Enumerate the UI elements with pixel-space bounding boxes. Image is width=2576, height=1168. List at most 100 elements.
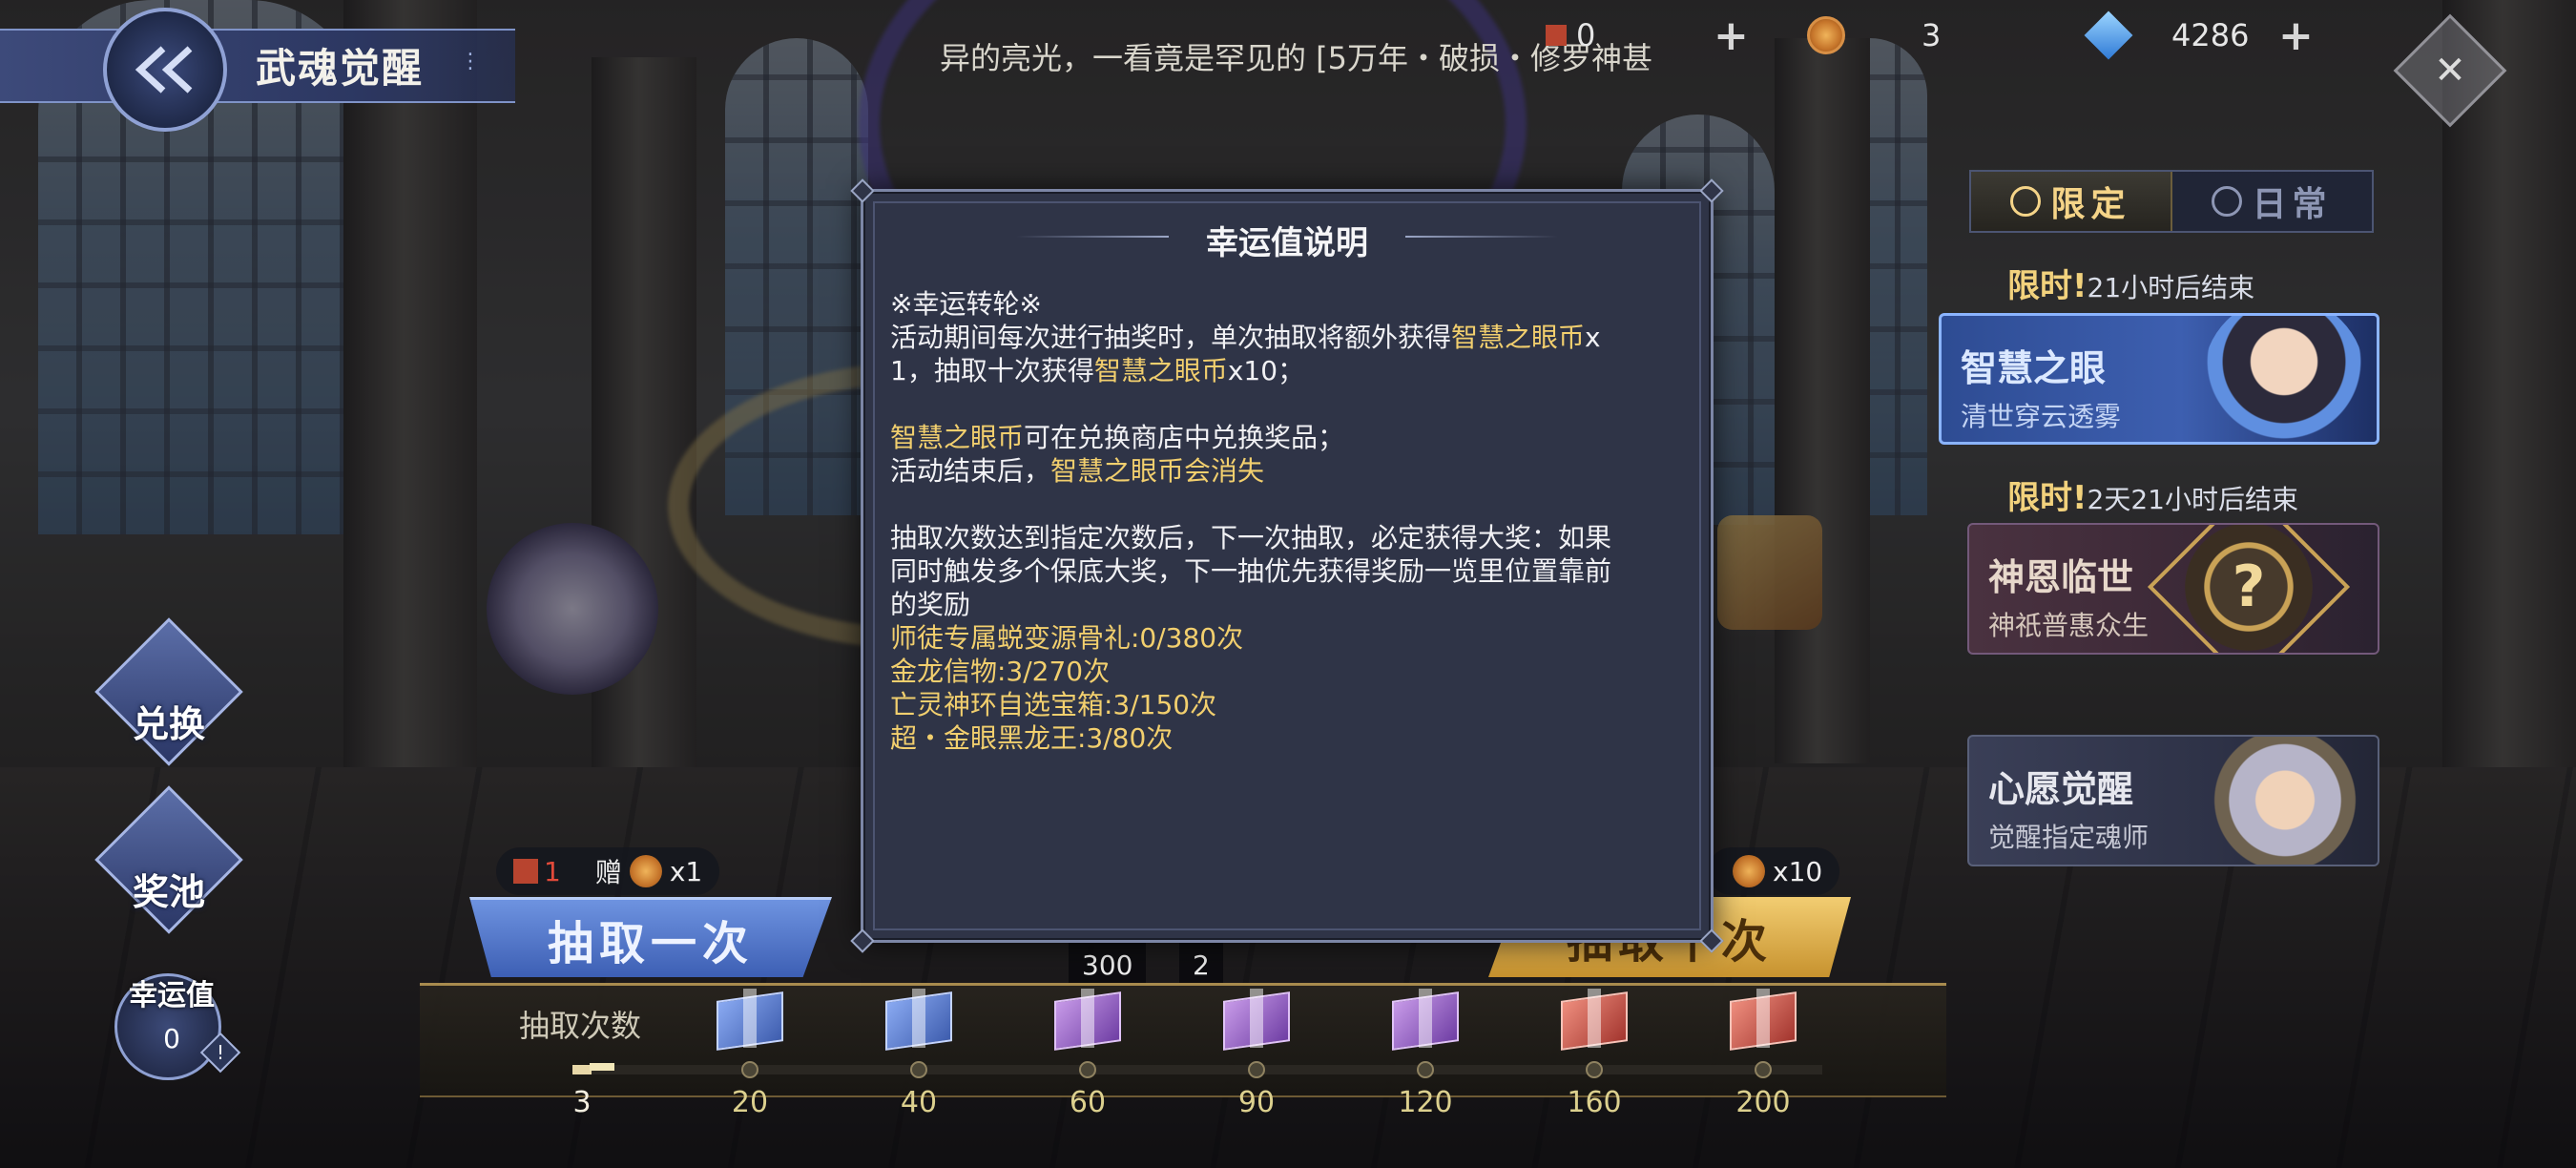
gem-icon xyxy=(2084,10,2133,60)
prize-pool-button[interactable]: 奖池 xyxy=(94,785,243,934)
milestone-dot xyxy=(1755,1061,1772,1078)
current-marker xyxy=(590,1063,614,1071)
tab-limited[interactable]: 限定 xyxy=(1971,172,2172,231)
progress-fill xyxy=(572,1065,592,1074)
question-mark-icon: ? xyxy=(2232,553,2266,620)
event-card-title: 心愿觉醒 xyxy=(1988,767,2134,810)
limit-prefix: 限时! xyxy=(2007,479,2088,517)
gift-ribbon xyxy=(1250,989,1263,1048)
draw-progress-panel xyxy=(420,983,1946,1097)
gift-once-left: 1 xyxy=(544,855,561,887)
event-card-divine-grace[interactable]: 神恩临世 神祇普惠众生 ? xyxy=(1967,523,2379,655)
add-gem-button[interactable]: + xyxy=(2278,10,2314,61)
page-title: 武魂觉醒 xyxy=(256,45,425,92)
milestone-gift-box-icon[interactable] xyxy=(1722,983,1804,1052)
cross-icon: ✕ xyxy=(2434,49,2466,93)
reward-progress-item: 亡灵神环自选宝箱:3/150次 xyxy=(890,689,1217,720)
currency-highlight: 智慧之眼币会消失 xyxy=(1050,455,1265,487)
draw-once-button[interactable]: 抽取一次 xyxy=(469,897,832,977)
milestone-gift-box-icon[interactable] xyxy=(1384,983,1466,1052)
reward-progress-item: 超・金眼黑龙王:3/80次 xyxy=(890,722,1174,754)
event-1-timer: 限时!21小时后结束 xyxy=(2007,260,2254,306)
gem-count: 4286 xyxy=(2171,17,2250,53)
gift-ribbon xyxy=(912,989,925,1048)
more-info-icon[interactable]: ⋮ xyxy=(456,50,485,78)
milestone-dot xyxy=(1586,1061,1603,1078)
double-chevron-left-icon xyxy=(135,46,193,94)
cost-badge: 2 xyxy=(1179,943,1223,987)
coin-icon xyxy=(1807,16,1845,54)
rule-text: 1，抽取十次获得 xyxy=(890,355,1094,386)
rule-text: 可在兑换商店中兑换奖品； xyxy=(1024,422,1345,453)
rule-line: 的奖励 xyxy=(890,589,971,620)
gift-once-pill: 1 赠 x1 xyxy=(496,847,720,895)
currency-highlight: 智慧之眼币 xyxy=(1451,322,1586,353)
milestone-gift-box-icon[interactable] xyxy=(709,983,791,1052)
tab-daily[interactable]: 日常 xyxy=(2172,172,2372,231)
milestone-label: 120 xyxy=(1398,1086,1453,1119)
milestone-gift-box-icon[interactable] xyxy=(1215,983,1298,1052)
milestone-gift-box-icon[interactable] xyxy=(1553,983,1635,1052)
gift-ten-count: x10 xyxy=(1773,855,1823,887)
progress-label: 抽取次数 xyxy=(519,1008,642,1044)
bell-icon xyxy=(2212,186,2243,217)
tab-limited-label: 限定 xyxy=(2050,185,2131,224)
coin-icon xyxy=(1733,855,1765,887)
rule-line: 1，抽取十次获得智慧之眼币x10； xyxy=(890,354,1692,387)
back-button[interactable] xyxy=(103,8,227,132)
character-portrait xyxy=(2204,737,2366,865)
gift-ribbon xyxy=(743,989,757,1048)
currency-highlight: 智慧之眼币 xyxy=(1093,355,1228,386)
milestone-label: 20 xyxy=(731,1086,769,1119)
event-card-subtitle: 清世穿云透雾 xyxy=(1961,401,2122,432)
limit-text: 21小时后结束 xyxy=(2087,272,2255,303)
event-tabs: 限定 日常 xyxy=(1969,170,2374,233)
coin-count: 3 xyxy=(1922,17,1942,53)
add-ticket-button[interactable]: + xyxy=(1714,10,1749,61)
modal-title: 幸运值说明 xyxy=(1206,224,1368,262)
gift-ribbon xyxy=(1756,989,1770,1048)
gift-once-count: x1 xyxy=(669,855,703,887)
cost-badge: 300 xyxy=(1069,943,1147,987)
gift-ribbon xyxy=(1081,989,1094,1048)
rule-text: x xyxy=(1585,322,1601,353)
rule-text: 活动期间每次进行抽奖时，单次抽取将额外获得 xyxy=(890,322,1452,353)
event-2-timer: 限时!2天21小时后结束 xyxy=(2007,471,2298,518)
luck-value-button[interactable]: 幸运值 0 ! xyxy=(105,954,241,1080)
reward-progress-item: 师徒专属蜕变源骨礼:0/380次 xyxy=(890,622,1244,654)
rule-line: 智慧之眼币可在兑换商店中兑换奖品； xyxy=(890,421,1692,454)
milestone-gift-box-icon[interactable] xyxy=(1047,983,1129,1052)
resource-gem xyxy=(2084,10,2133,61)
event-card-title: 智慧之眼 xyxy=(1961,346,2107,389)
event-card-title: 神恩临世 xyxy=(1988,555,2134,598)
event-card-subtitle: 觉醒指定魂师 xyxy=(1988,822,2150,853)
milestone-label: 160 xyxy=(1567,1086,1622,1119)
currency-highlight: 智慧之眼币 xyxy=(890,422,1025,453)
rule-text: 活动结束后， xyxy=(890,455,1051,487)
ticket-icon xyxy=(1546,25,1567,46)
mystery-reward-icon: ? xyxy=(2147,525,2351,653)
luck-info-modal: 幸运值说明 ※幸运转轮※ 活动期间每次进行抽奖时，单次抽取将额外获得智慧之眼币x… xyxy=(850,178,1724,953)
prize-pool-label: 奖池 xyxy=(132,870,205,913)
plus-icon: + xyxy=(1714,10,1749,60)
reward-progress-item: 金龙信物:3/270次 xyxy=(890,656,1111,687)
rule-line: 活动期间每次进行抽奖时，单次抽取将额外获得智慧之眼币x xyxy=(890,321,1692,354)
luck-label: 幸运值 xyxy=(129,979,215,1012)
event-card-wish-awakening[interactable]: 心愿觉醒 觉醒指定魂师 xyxy=(1967,735,2379,866)
exchange-button[interactable]: 兑换 xyxy=(94,617,243,766)
gift-ribbon xyxy=(1588,989,1601,1048)
resource-coin xyxy=(1807,10,1845,61)
progress-track xyxy=(572,1065,1822,1074)
milestone-dot xyxy=(1417,1061,1434,1078)
milestone-gift-box-icon[interactable] xyxy=(878,983,960,1052)
rule-line: 抽取次数达到指定次数后，下一次抽取，必定获得大奖：如果 xyxy=(890,522,1612,553)
modal-body: ※幸运转轮※ 活动期间每次进行抽奖时，单次抽取将额外获得智慧之眼币x 1，抽取十… xyxy=(890,287,1692,755)
plus-icon: + xyxy=(2278,10,2314,60)
character-portrait xyxy=(2203,316,2365,442)
gift-prefix: 赠 xyxy=(594,857,622,888)
event-card-wisdom-eye[interactable]: 智慧之眼 清世穿云透雾 xyxy=(1939,313,2379,445)
section-title: ※幸运转轮※ xyxy=(890,288,1042,320)
rule-text: x10； xyxy=(1227,355,1305,386)
